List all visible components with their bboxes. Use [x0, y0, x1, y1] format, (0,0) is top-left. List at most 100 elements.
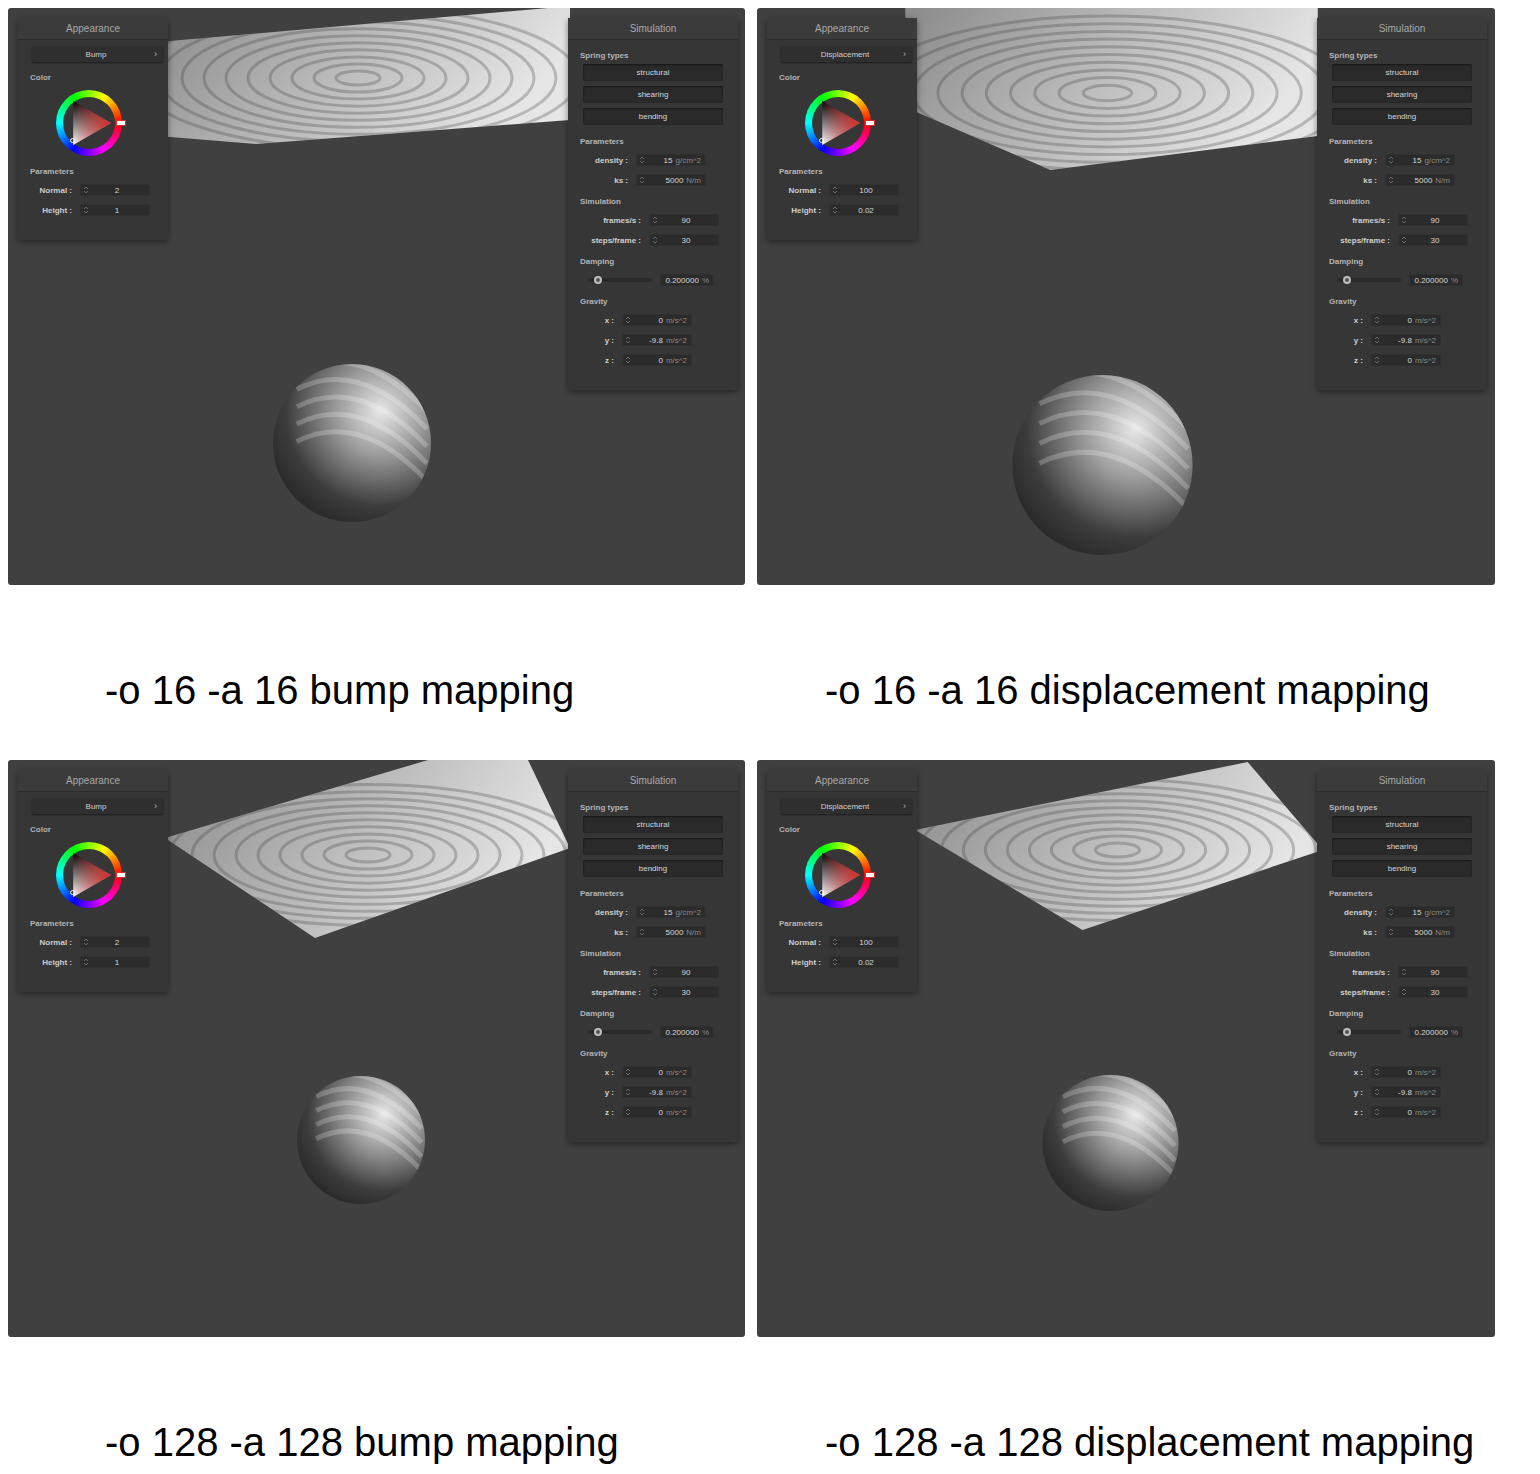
number-field[interactable]: 100 [829, 184, 899, 196]
spinner-icon[interactable] [83, 957, 89, 967]
number-field[interactable]: 15g/cm^2 [636, 906, 706, 918]
spinner-icon[interactable] [1401, 235, 1407, 245]
number-field[interactable]: 5000N/m [636, 174, 706, 186]
spinner-icon[interactable] [625, 335, 631, 345]
number-field[interactable]: 0m/s^2 [1371, 1066, 1441, 1078]
number-field[interactable]: -9.8m/s^2 [1371, 334, 1441, 346]
spinner-icon[interactable] [1401, 215, 1407, 225]
number-field[interactable]: 90 [649, 966, 719, 978]
spinner-icon[interactable] [625, 1067, 631, 1077]
shader-dropdown[interactable]: Bump› [32, 798, 163, 814]
spring-toggle[interactable]: bending [583, 860, 723, 877]
spring-toggle[interactable]: shearing [1332, 838, 1472, 855]
damping-field[interactable]: 0.200000% [660, 1026, 714, 1038]
color-triangle[interactable] [69, 101, 111, 145]
color-triangle[interactable] [818, 853, 860, 897]
number-field[interactable]: 100 [829, 936, 899, 948]
number-field[interactable]: 5000N/m [1385, 926, 1455, 938]
number-field[interactable]: 1 [80, 956, 150, 968]
spinner-icon[interactable] [1388, 175, 1394, 185]
number-field[interactable]: 15g/cm^2 [1385, 906, 1455, 918]
spinner-icon[interactable] [83, 185, 89, 195]
color-wheel[interactable] [805, 90, 871, 156]
slider-knob[interactable] [1343, 1028, 1351, 1036]
number-field[interactable]: 90 [1398, 214, 1468, 226]
number-field[interactable]: 30 [1398, 234, 1468, 246]
number-field[interactable]: 2 [80, 184, 150, 196]
spinner-icon[interactable] [1374, 1087, 1380, 1097]
number-field[interactable]: 30 [649, 986, 719, 998]
spinner-icon[interactable] [1401, 987, 1407, 997]
number-field[interactable]: 30 [649, 234, 719, 246]
damping-field[interactable]: 0.200000% [1409, 274, 1463, 286]
number-field[interactable]: 0m/s^2 [1371, 1106, 1441, 1118]
spinner-icon[interactable] [83, 205, 89, 215]
damping-slider[interactable] [1337, 275, 1401, 285]
spinner-icon[interactable] [832, 957, 838, 967]
number-field[interactable]: 0.02 [829, 204, 899, 216]
damping-slider[interactable] [588, 275, 652, 285]
spinner-icon[interactable] [652, 235, 658, 245]
color-wheel[interactable] [56, 90, 122, 156]
spinner-icon[interactable] [652, 215, 658, 225]
spinner-icon[interactable] [625, 315, 631, 325]
number-field[interactable]: 90 [649, 214, 719, 226]
color-wheel[interactable] [805, 842, 871, 908]
number-field[interactable]: 0m/s^2 [622, 1066, 692, 1078]
spring-toggle[interactable]: bending [583, 108, 723, 125]
number-field[interactable]: -9.8m/s^2 [622, 1086, 692, 1098]
spring-toggle[interactable]: bending [1332, 860, 1472, 877]
number-field[interactable]: -9.8m/s^2 [1371, 1086, 1441, 1098]
spring-toggle[interactable]: structural [583, 816, 723, 833]
spinner-icon[interactable] [832, 185, 838, 195]
color-triangle[interactable] [69, 853, 111, 897]
number-field[interactable]: 0m/s^2 [622, 354, 692, 366]
number-field[interactable]: 0m/s^2 [1371, 354, 1441, 366]
spinner-icon[interactable] [83, 937, 89, 947]
number-field[interactable]: 0m/s^2 [622, 314, 692, 326]
number-field[interactable]: 90 [1398, 966, 1468, 978]
spinner-icon[interactable] [832, 937, 838, 947]
spinner-icon[interactable] [1388, 155, 1394, 165]
spinner-icon[interactable] [1388, 927, 1394, 937]
spinner-icon[interactable] [639, 927, 645, 937]
spinner-icon[interactable] [625, 1087, 631, 1097]
number-field[interactable]: 15g/cm^2 [1385, 154, 1455, 166]
spinner-icon[interactable] [639, 155, 645, 165]
damping-field[interactable]: 0.200000% [660, 274, 714, 286]
number-field[interactable]: 1 [80, 204, 150, 216]
shader-dropdown[interactable]: Displacement› [781, 46, 912, 62]
slider-knob[interactable] [594, 276, 602, 284]
spring-toggle[interactable]: structural [583, 64, 723, 81]
spring-toggle[interactable]: structural [1332, 816, 1472, 833]
spinner-icon[interactable] [652, 967, 658, 977]
spinner-icon[interactable] [639, 907, 645, 917]
spinner-icon[interactable] [625, 355, 631, 365]
number-field[interactable]: 0m/s^2 [622, 1106, 692, 1118]
spinner-icon[interactable] [625, 1107, 631, 1117]
spinner-icon[interactable] [1374, 355, 1380, 365]
number-field[interactable]: -9.8m/s^2 [622, 334, 692, 346]
spring-toggle[interactable]: structural [1332, 64, 1472, 81]
number-field[interactable]: 2 [80, 936, 150, 948]
damping-slider[interactable] [588, 1027, 652, 1037]
spinner-icon[interactable] [652, 987, 658, 997]
color-triangle[interactable] [818, 101, 860, 145]
spring-toggle[interactable]: shearing [583, 86, 723, 103]
shader-dropdown[interactable]: Bump› [32, 46, 163, 62]
spinner-icon[interactable] [1374, 1107, 1380, 1117]
number-field[interactable]: 30 [1398, 986, 1468, 998]
slider-knob[interactable] [594, 1028, 602, 1036]
number-field[interactable]: 5000N/m [636, 926, 706, 938]
spring-toggle[interactable]: shearing [583, 838, 723, 855]
spinner-icon[interactable] [832, 205, 838, 215]
spinner-icon[interactable] [1374, 335, 1380, 345]
color-wheel[interactable] [56, 842, 122, 908]
spinner-icon[interactable] [1388, 907, 1394, 917]
number-field[interactable]: 0.02 [829, 956, 899, 968]
damping-slider[interactable] [1337, 1027, 1401, 1037]
spinner-icon[interactable] [1374, 1067, 1380, 1077]
shader-dropdown[interactable]: Displacement› [781, 798, 912, 814]
number-field[interactable]: 15g/cm^2 [636, 154, 706, 166]
slider-knob[interactable] [1343, 276, 1351, 284]
